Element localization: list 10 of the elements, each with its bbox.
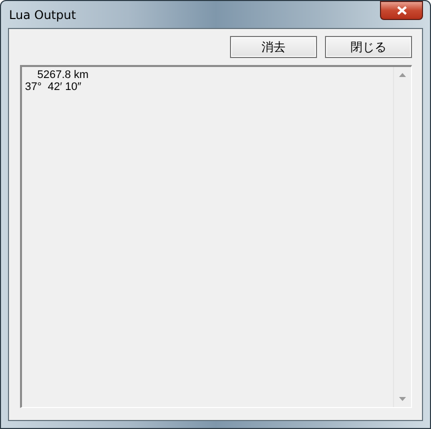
scroll-up-icon[interactable] [399, 73, 406, 77]
window-title: Lua Output [8, 8, 76, 22]
output-line: 37° 42′ 10″ [25, 81, 82, 93]
close-button[interactable] [380, 1, 423, 20]
scroll-down-icon[interactable] [399, 397, 406, 401]
output-line: 5267.8 km [36, 69, 90, 81]
dialog-button[interactable]: 閉じる [325, 36, 412, 58]
dialog-button[interactable]: 消去 [230, 36, 317, 58]
output-area[interactable]: 5267.8 km 37° 42′ 10″ [20, 65, 412, 408]
close-icon [396, 6, 406, 15]
